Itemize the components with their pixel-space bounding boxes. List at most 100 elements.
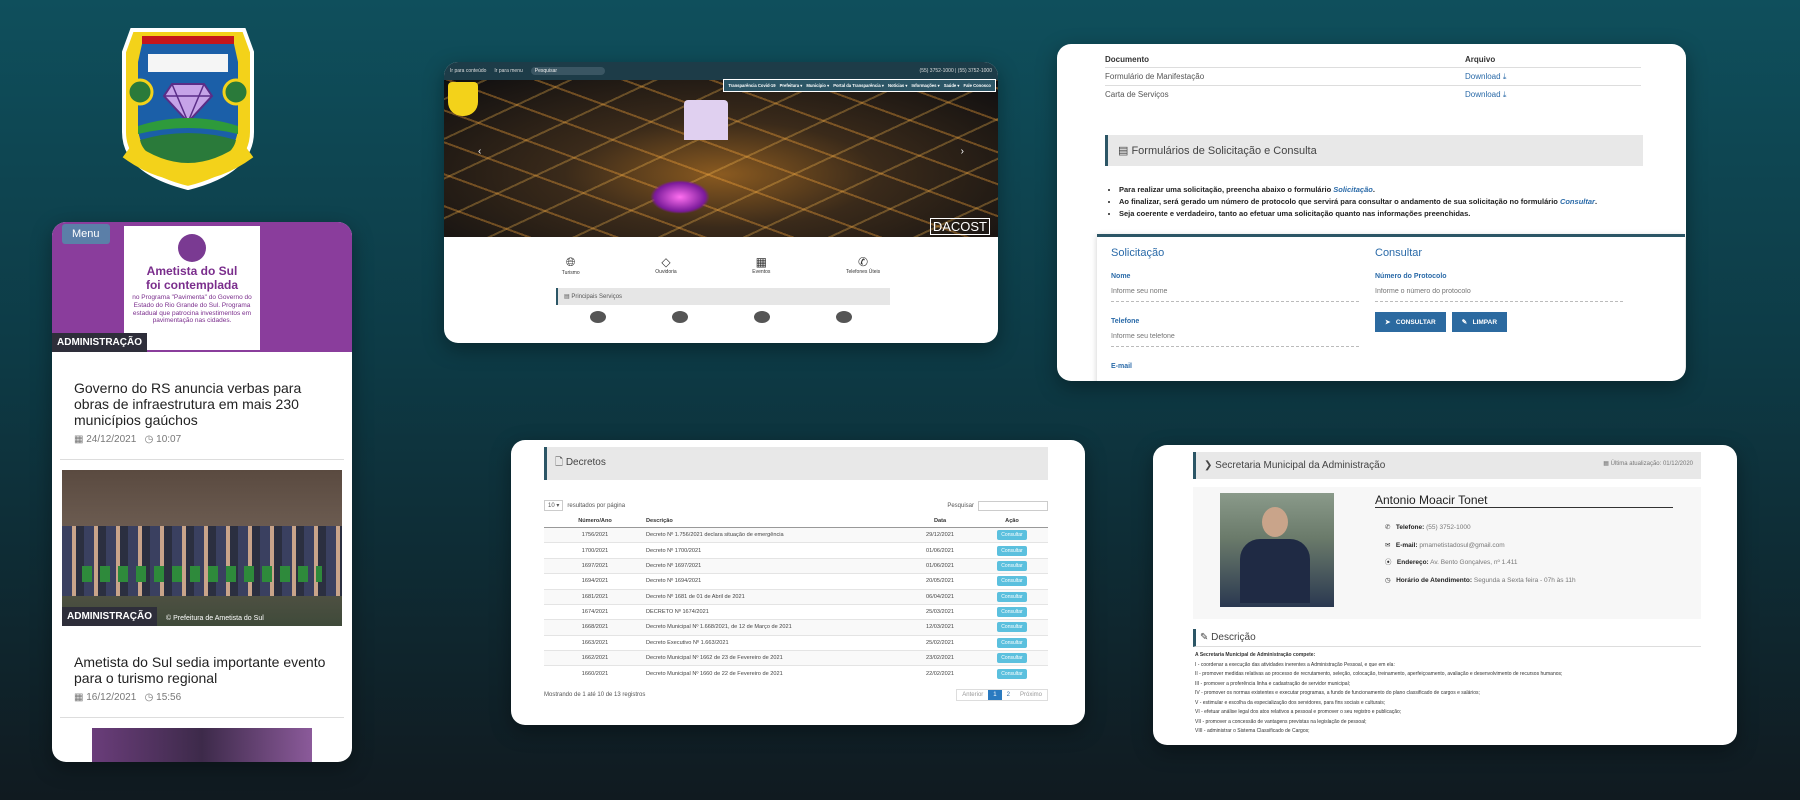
page-1-button[interactable]: 1 — [988, 689, 1002, 700]
nav-item[interactable]: Saúde ▾ — [944, 83, 960, 88]
consultar-button[interactable]: Consultar — [997, 607, 1027, 618]
service-icon[interactable] — [590, 311, 606, 323]
cell-data: 01/06/2021 — [926, 562, 954, 569]
solicitacao-link[interactable]: Solicitação — [1333, 185, 1373, 194]
search-label: Pesquisar — [947, 502, 974, 509]
nav-item[interactable]: Município ▾ — [806, 83, 829, 88]
consultar-button[interactable]: Consultar — [997, 560, 1027, 571]
next-page-button[interactable]: Próximo — [1015, 690, 1047, 700]
download-icon: ⤓ — [1502, 71, 1507, 81]
nome-label: Nome — [1111, 273, 1131, 280]
consultar-link[interactable]: Consultar — [1560, 197, 1595, 206]
telefone-input[interactable] — [1111, 327, 1359, 347]
last-update: ▦ Última atualização: 01/12/2020 — [1603, 461, 1693, 467]
news-photo[interactable] — [92, 728, 312, 762]
service-icon[interactable] — [754, 311, 770, 323]
col-documento: Documento — [1105, 55, 1149, 64]
description-line: VIII - administrar o Sistema Classificad… — [1195, 728, 1310, 734]
edit-icon: ✎ — [1200, 632, 1209, 643]
nav-item[interactable]: Transparência Covid-19 — [728, 83, 775, 88]
category-tag[interactable]: ADMINISTRAÇÃO — [62, 607, 157, 627]
service-icon[interactable] — [672, 311, 688, 323]
col-data[interactable]: Data — [904, 515, 976, 528]
news-item[interactable]: Ametista do Sul sedia importante evento … — [52, 626, 352, 713]
consultar-button[interactable]: Consultar — [997, 622, 1027, 633]
mobile-news-panel: Ametista do Sul foi contemplada no Progr… — [52, 222, 352, 762]
solicitacao-form: Solicitação Nome Telefone E-mail — [1111, 247, 1359, 381]
quick-link-turismo[interactable]: 🌐︎ Turismo — [562, 255, 580, 276]
info-email: ✉ E-mail: pmametistadosul@gmail.com — [1385, 541, 1505, 549]
nav-item[interactable]: Informações ▾ — [912, 83, 940, 88]
document-icon: 🗋 — [555, 457, 564, 468]
instruction-item: Seja coerente e verdadeiro, tanto ao efe… — [1119, 208, 1686, 220]
consultar-button[interactable]: Consultar — [997, 530, 1027, 541]
consultar-button[interactable]: Consultar — [997, 653, 1027, 664]
forms-page: Documento Arquivo Formulário de Manifesta… — [1057, 44, 1686, 381]
prev-page-button[interactable]: Anterior — [957, 690, 988, 700]
phone-icon: ✆ — [858, 255, 869, 269]
news-title[interactable]: Governo do RS anuncia verbas para obras … — [74, 380, 330, 428]
search-input[interactable] — [978, 500, 1048, 511]
nav-item[interactable]: Portal da Transparência ▾ — [833, 83, 884, 88]
col-numero[interactable]: Número/Ano — [544, 515, 646, 528]
skip-menu-link[interactable]: Ir para menu — [494, 68, 522, 74]
menu-button[interactable]: Menu — [62, 224, 110, 244]
consultar-button[interactable]: Consultar — [997, 576, 1027, 587]
email-label: E-mail — [1111, 363, 1133, 370]
cell-numero: 1660/2021 — [581, 670, 609, 677]
profile-name: Antonio Moacir Tonet — [1375, 493, 1673, 508]
quick-link-telefones[interactable]: ✆ Telefones Úteis — [846, 255, 880, 276]
nome-input[interactable] — [1111, 282, 1359, 302]
table-row: 1681/2021 Decreto Nº 1681 de 01 de Abril… — [544, 589, 1048, 605]
consultar-button[interactable]: Consultar — [997, 545, 1027, 556]
cell-data: 20/05/2021 — [926, 578, 954, 585]
promo-banner[interactable]: Ametista do Sul foi contemplada no Progr… — [52, 222, 352, 352]
limpar-button[interactable]: ✎ LIMPAR — [1451, 312, 1508, 332]
consultar-button[interactable]: Consultar — [997, 668, 1027, 679]
secretaria-header: ❯ Secretaria Municipal da Administração … — [1193, 452, 1701, 479]
table-footer: Mostrando de 1 até 10 de 13 registros An… — [544, 688, 1048, 701]
services-header: ▤ Principais Serviços — [556, 288, 890, 305]
consultar-button[interactable]: Consultar — [997, 637, 1027, 648]
col-descricao[interactable]: Descrição — [646, 515, 904, 528]
search-input[interactable]: Pesquisar — [530, 67, 605, 75]
carousel-prev-icon[interactable]: ‹ — [478, 146, 481, 157]
description-line: I - coordenar a execução das atividades … — [1195, 661, 1395, 668]
nav-item[interactable]: Prefeitura ▾ — [780, 83, 803, 88]
news-title[interactable]: Ametista do Sul sedia importante evento … — [74, 654, 330, 686]
protocolo-input[interactable] — [1375, 282, 1623, 302]
download-link[interactable]: Download ⤓ — [1465, 68, 1641, 86]
promo-body: no Programa "Pavimenta" do Governo do Es… — [132, 294, 252, 325]
nav-item[interactable]: Notícias ▾ — [888, 83, 908, 88]
profile-photo — [1220, 493, 1334, 607]
cell-descricao: Decreto Nº 1.756/2021 declara situação d… — [646, 532, 784, 539]
nav-item[interactable]: Fale Conosco — [964, 83, 991, 88]
cell-data: 23/02/2021 — [926, 655, 954, 662]
church-illustration — [684, 100, 728, 140]
quick-link-ouvidoria[interactable]: ◇ Ouvidoria — [655, 255, 676, 276]
site-logo[interactable] — [448, 82, 478, 116]
quick-link-eventos[interactable]: ▦ Eventos — [752, 255, 770, 276]
calendar-icon: ▦ — [755, 255, 767, 269]
category-tag[interactable]: ADMINISTRAÇÃO — [52, 333, 147, 352]
news-item[interactable]: Governo do RS anuncia verbas para obras … — [52, 352, 352, 455]
page-size-select[interactable]: 10 ▾ — [544, 500, 564, 511]
service-icon[interactable] — [836, 311, 852, 323]
page-size-label: resultados por página — [567, 502, 626, 509]
cell-numero: 1694/2021 — [581, 578, 609, 585]
clock-icon: ◷ — [144, 692, 154, 704]
download-link[interactable]: Download ⤓ — [1465, 86, 1641, 104]
skip-content-link[interactable]: Ir para conteúdo — [450, 68, 486, 74]
consultar-button[interactable]: ➤ CONSULTAR — [1375, 312, 1446, 332]
section-header: ▤ Formulários de Solicitação e Consulta — [1105, 135, 1643, 166]
cell-numero: 1668/2021 — [581, 624, 609, 631]
description-line: V - estimular e escolha da especializaçã… — [1195, 699, 1386, 706]
table-controls: 10 ▾ resultados por página Pesquisar — [544, 500, 1048, 511]
cell-numero: 1663/2021 — [581, 639, 609, 646]
carousel-next-icon[interactable]: › — [961, 146, 964, 157]
page-2-button[interactable]: 2 — [1002, 690, 1015, 700]
consultar-button[interactable]: Consultar — [997, 591, 1027, 602]
phone-text: (55) 3752-1000 | (55) 3752-1000 — [919, 68, 992, 74]
news-photo[interactable]: ADMINISTRAÇÃO © Prefeitura de Ametista d… — [62, 470, 342, 627]
consultar-title: Consultar — [1375, 247, 1423, 259]
